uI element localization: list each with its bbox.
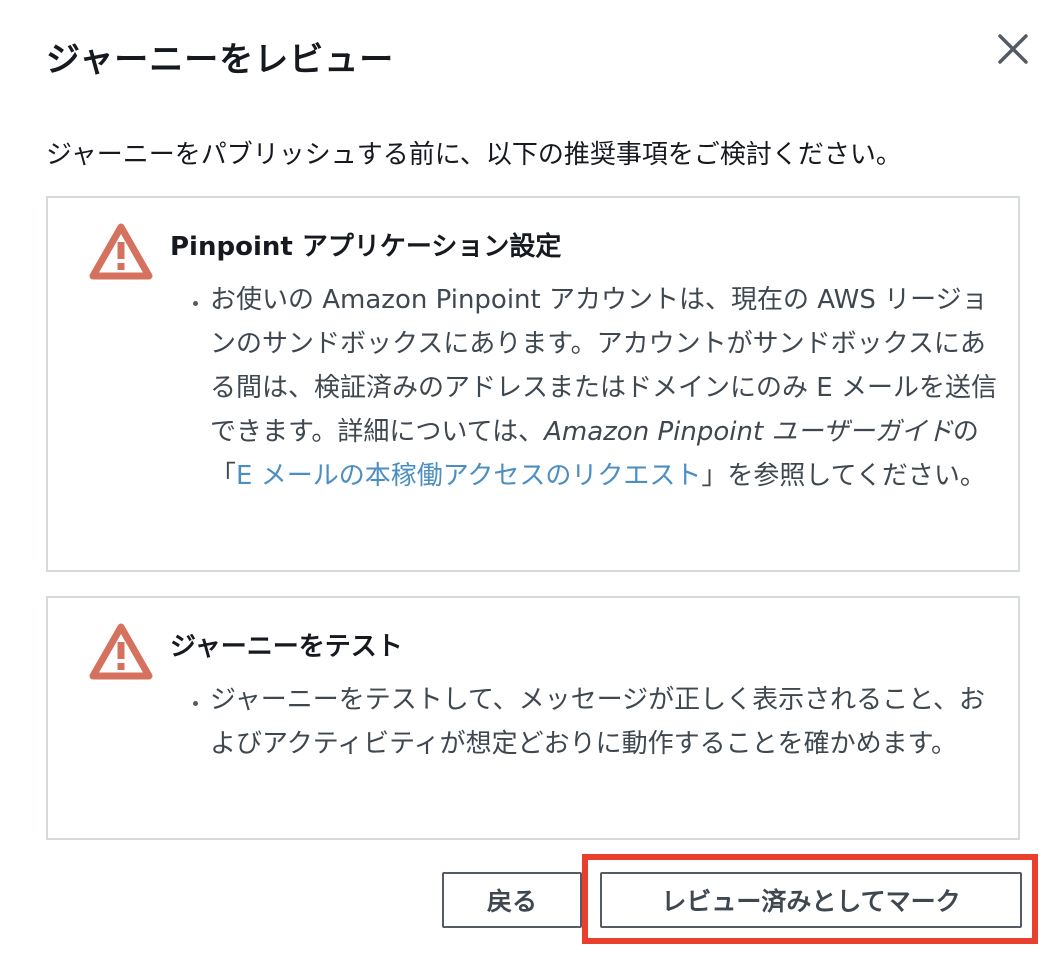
warning-icon (88, 622, 154, 682)
recommendation-list: ジャーニーをテストして、メッセージが正しく表示されること、およびアクティビティが… (178, 678, 1000, 766)
recommendation-card-test-journey: ジャーニーをテスト ジャーニーをテストして、メッセージが正しく表示されること、お… (46, 596, 1020, 840)
list-item: ジャーニーをテストして、メッセージが正しく表示されること、およびアクティビティが… (210, 678, 1000, 766)
recommendation-card-pinpoint-settings: Pinpoint アプリケーション設定 お使いの Amazon Pinpoint… (46, 196, 1020, 572)
card-title: ジャーニーをテスト (170, 632, 403, 662)
card-title: Pinpoint アプリケーション設定 (170, 232, 562, 262)
modal-title: ジャーニーをレビュー (46, 40, 395, 80)
guide-name: Amazon Pinpoint ユーザーガイド (544, 417, 953, 447)
bullet-text-end: 」を参照してください。 (701, 461, 986, 491)
mark-as-reviewed-button[interactable]: レビュー済みとしてマーク (600, 872, 1022, 928)
email-production-access-link[interactable]: E メールの本稼働アクセスのリクエスト (236, 461, 701, 491)
back-button[interactable]: 戻る (442, 872, 582, 928)
list-item: お使いの Amazon Pinpoint アカウントは、現在の AWS リージョ… (210, 278, 1000, 498)
recommendation-list: お使いの Amazon Pinpoint アカウントは、現在の AWS リージョ… (178, 278, 1000, 498)
warning-icon (88, 222, 154, 282)
review-journey-modal: ジャーニーをレビュー ジャーニーをパブリッシュする前に、以下の推奨事項をご検討く… (0, 0, 1060, 976)
intro-text: ジャーニーをパブリッシュする前に、以下の推奨事項をご検討ください。 (46, 140, 902, 170)
close-icon[interactable] (994, 30, 1032, 68)
